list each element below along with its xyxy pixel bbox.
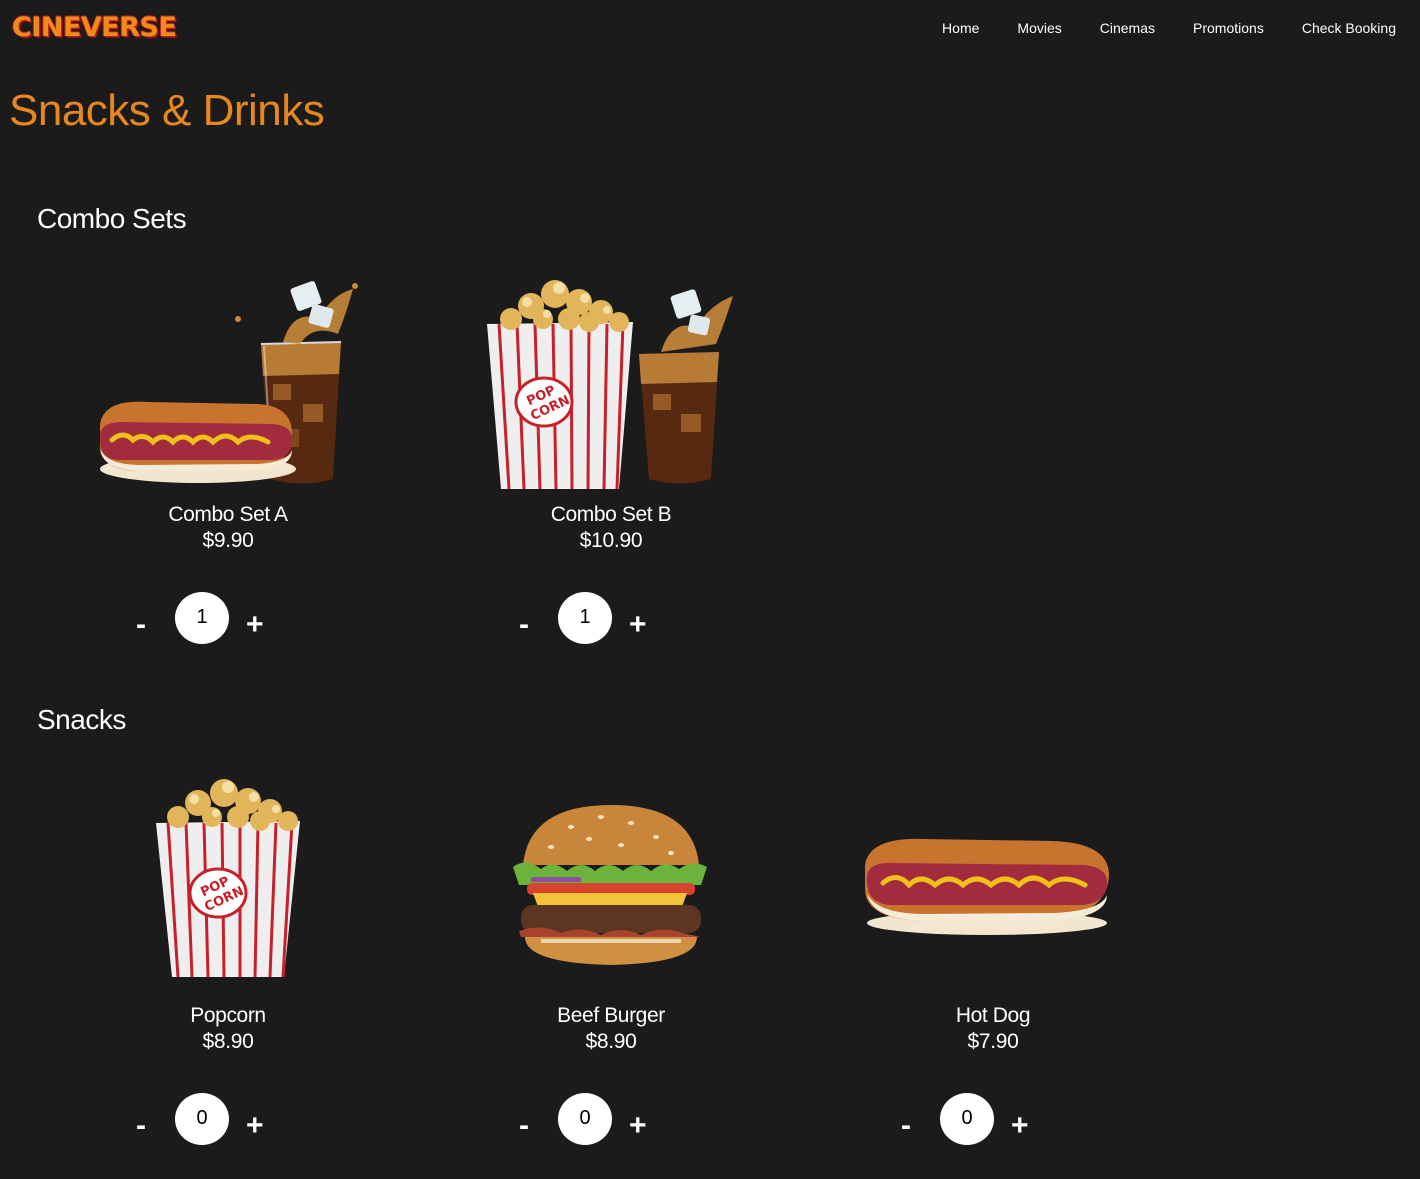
decrease-quantity-button[interactable]: - xyxy=(519,1111,529,1141)
increase-quantity-button[interactable]: + xyxy=(246,1111,264,1141)
product-name: Combo Set B xyxy=(550,503,672,526)
quantity-stepper: - 0 + xyxy=(461,1093,761,1149)
quantity-value[interactable]: 0 xyxy=(940,1093,994,1145)
quantity-value[interactable]: 0 xyxy=(175,1093,229,1145)
quantity-stepper: - 1 + xyxy=(461,592,761,648)
product-name: Popcorn xyxy=(190,1004,266,1027)
increase-quantity-button[interactable]: + xyxy=(1011,1111,1029,1141)
popcorn-and-cola-image: POP CORN xyxy=(461,264,761,494)
decrease-quantity-button[interactable]: - xyxy=(901,1111,911,1141)
product-price: $8.90 xyxy=(202,1030,254,1053)
page-title: Snacks & Drinks xyxy=(9,86,325,135)
section-title-combo-sets: Combo Sets xyxy=(37,203,187,234)
product-card-combo-set-a: Combo Set A $9.90 - 1 + xyxy=(78,264,378,648)
nav-home[interactable]: Home xyxy=(942,20,979,36)
product-price: $10.90 xyxy=(579,529,643,552)
hot-dog-image xyxy=(843,765,1143,995)
section-title-snacks: Snacks xyxy=(37,704,126,735)
quantity-stepper: - 0 + xyxy=(843,1093,1143,1149)
quantity-value[interactable]: 0 xyxy=(558,1093,612,1145)
product-name: Beef Burger xyxy=(557,1004,665,1027)
product-card-beef-burger: Beef Burger $8.90 - 0 + xyxy=(461,765,761,1149)
nav-check-booking[interactable]: Check Booking xyxy=(1302,20,1396,36)
nav-promotions[interactable]: Promotions xyxy=(1193,20,1264,36)
top-bar: CINEVERSE Home Movies Cinemas Promotions… xyxy=(0,0,1420,60)
product-name: Combo Set A xyxy=(168,503,288,526)
product-price: $8.90 xyxy=(585,1030,637,1053)
main-nav: Home Movies Cinemas Promotions Check Boo… xyxy=(904,20,1396,36)
hotdog-and-cola-image xyxy=(78,264,378,494)
increase-quantity-button[interactable]: + xyxy=(246,610,264,640)
increase-quantity-button[interactable]: + xyxy=(629,1111,647,1141)
product-card-hot-dog: Hot Dog $7.90 - 0 + xyxy=(843,765,1143,1149)
nav-cinemas[interactable]: Cinemas xyxy=(1100,20,1155,36)
decrease-quantity-button[interactable]: - xyxy=(136,1111,146,1141)
quantity-stepper: - 1 + xyxy=(78,592,378,648)
product-price: $9.90 xyxy=(202,529,254,552)
quantity-stepper: - 0 + xyxy=(78,1093,378,1149)
decrease-quantity-button[interactable]: - xyxy=(136,610,146,640)
beef-burger-image xyxy=(461,765,761,995)
nav-movies[interactable]: Movies xyxy=(1017,20,1061,36)
decrease-quantity-button[interactable]: - xyxy=(519,610,529,640)
product-price: $7.90 xyxy=(967,1030,1019,1053)
product-card-popcorn: POP CORN Popcorn $8.90 - 0 + xyxy=(78,765,378,1149)
popcorn-box-image: POP CORN xyxy=(78,765,378,995)
product-card-combo-set-b: POP CORN Combo Set B $10.90 - 1 + xyxy=(461,264,761,648)
product-name: Hot Dog xyxy=(955,1004,1031,1027)
increase-quantity-button[interactable]: + xyxy=(629,610,647,640)
quantity-value[interactable]: 1 xyxy=(175,592,229,644)
quantity-value[interactable]: 1 xyxy=(558,592,612,644)
cineverse-logo[interactable]: CINEVERSE xyxy=(12,12,177,43)
